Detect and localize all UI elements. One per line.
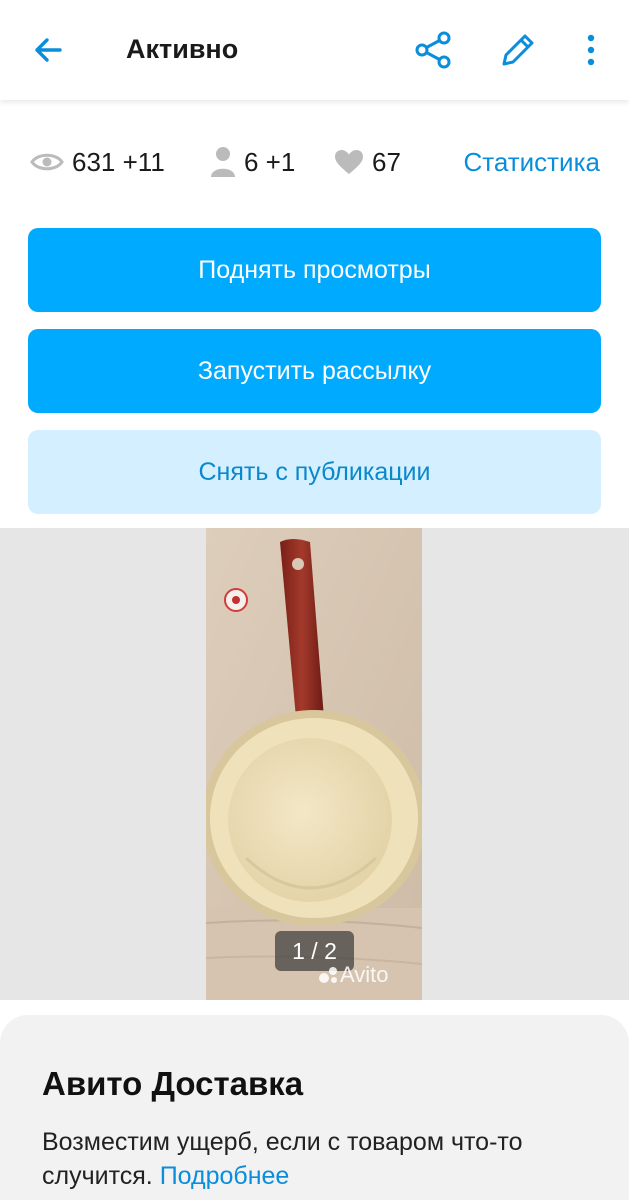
eye-icon — [30, 153, 64, 171]
watermark-text: Avito — [340, 962, 389, 987]
page-title: Активно — [126, 34, 239, 64]
listing-stats: 631 +11 6 +1 67 Статистика — [0, 136, 629, 188]
contacts-count: 6 +1 — [244, 146, 296, 177]
raise-views-button[interactable]: Поднять просмотры — [28, 228, 601, 312]
unpublish-button[interactable]: Снять с публикации — [28, 430, 601, 514]
listing-photo[interactable] — [206, 528, 422, 1000]
contacts-stat: 6 +1 — [210, 136, 295, 188]
delivery-card: Авито Доставка Возместим ущерб, если с т… — [0, 1015, 629, 1200]
start-mailing-button[interactable]: Запустить рассылку — [28, 329, 601, 413]
top-app-bar: Активно — [0, 0, 629, 100]
avito-watermark: Avito — [318, 962, 389, 988]
more-vertical-icon[interactable] — [580, 32, 602, 68]
share-icon[interactable] — [414, 30, 452, 70]
favorites-stat: 67 — [334, 136, 401, 188]
photo-gallery[interactable]: 1 / 2 Avito — [0, 528, 629, 1000]
heart-icon — [335, 150, 363, 174]
views-stat: 631 +11 — [30, 136, 165, 188]
arrow-left-icon[interactable] — [30, 32, 66, 68]
delivery-description: Возместим ущерб, если с товаром что-то с… — [42, 1125, 602, 1193]
views-count: 631 +11 — [72, 146, 165, 177]
person-icon — [211, 147, 235, 177]
pencil-icon[interactable] — [498, 30, 538, 70]
delivery-more-link[interactable]: Подробнее — [160, 1162, 290, 1190]
avito-logo-icon — [319, 967, 337, 983]
favorites-count: 67 — [372, 146, 401, 177]
delivery-title: Авито Доставка — [42, 1065, 304, 1102]
statistics-link[interactable]: Статистика — [463, 136, 600, 188]
frying-pan-photo — [206, 528, 422, 1000]
